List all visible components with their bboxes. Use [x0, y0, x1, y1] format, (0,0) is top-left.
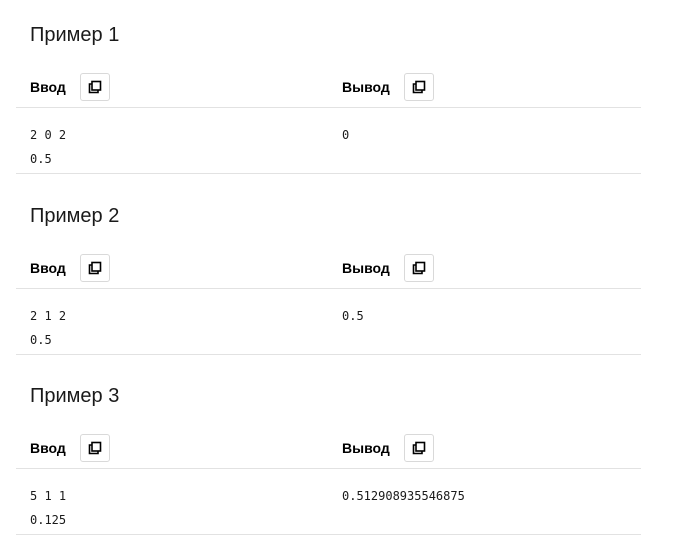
copy-icon	[88, 441, 102, 455]
copy-icon	[412, 261, 426, 275]
divider	[16, 173, 641, 174]
copy-icon	[412, 80, 426, 94]
divider	[16, 288, 641, 289]
example-3: Пример 3 Ввод Вывод 5 1 1 0.125 0.512908…	[16, 372, 641, 553]
input-header: Ввод	[30, 433, 110, 463]
input-block: 2 1 2 0.5	[30, 304, 66, 352]
example-2: Пример 2 Ввод Вывод 2 1 2 0.5 0.5	[16, 192, 641, 373]
copy-icon	[412, 441, 426, 455]
divider	[16, 107, 641, 108]
input-header: Ввод	[30, 72, 110, 102]
output-line: 0.5	[342, 309, 364, 323]
input-line: 0.5	[30, 333, 52, 347]
input-label: Ввод	[30, 440, 66, 456]
input-block: 5 1 1 0.125	[30, 484, 66, 532]
output-block: 0.5	[342, 304, 364, 328]
input-line: 5 1 1	[30, 489, 67, 503]
copy-output-button[interactable]	[403, 254, 434, 282]
output-header: Вывод	[342, 72, 434, 102]
example-title: Пример 3	[30, 385, 120, 407]
input-header: Ввод	[30, 253, 110, 283]
copy-input-button[interactable]	[79, 73, 110, 101]
output-label: Вывод	[342, 260, 390, 276]
divider	[16, 468, 641, 469]
output-line: 0	[342, 128, 350, 142]
copy-input-button[interactable]	[79, 254, 110, 282]
input-line: 2 1 2	[30, 309, 67, 323]
input-label: Ввод	[30, 260, 66, 276]
output-header: Вывод	[342, 253, 434, 283]
divider	[16, 534, 641, 535]
input-line: 2 0 2	[30, 128, 67, 142]
output-block: 0.512908935546875	[342, 484, 465, 508]
example-title: Пример 2	[30, 205, 120, 227]
copy-icon	[88, 80, 102, 94]
copy-input-button[interactable]	[79, 434, 110, 462]
output-header: Вывод	[342, 433, 434, 463]
input-line: 0.125	[30, 513, 67, 527]
output-block: 0	[342, 123, 349, 147]
input-block: 2 0 2 0.5	[30, 123, 66, 171]
output-line: 0.512908935546875	[342, 489, 465, 503]
output-label: Вывод	[342, 440, 390, 456]
copy-icon	[88, 261, 102, 275]
copy-output-button[interactable]	[403, 434, 434, 462]
divider	[16, 354, 641, 355]
copy-output-button[interactable]	[403, 73, 434, 101]
input-line: 0.5	[30, 152, 52, 166]
input-label: Ввод	[30, 79, 66, 95]
example-title: Пример 1	[30, 24, 120, 46]
output-label: Вывод	[342, 79, 390, 95]
example-1: Пример 1 Ввод Вывод 2 0 2 0.5 0	[16, 11, 641, 192]
